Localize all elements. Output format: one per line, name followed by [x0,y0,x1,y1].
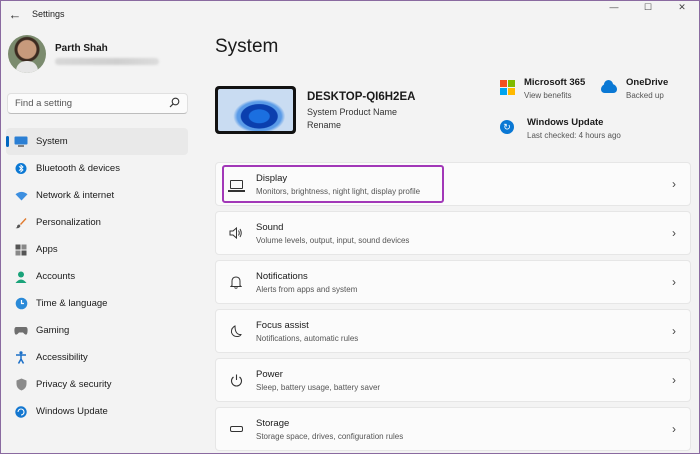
profile-name: Parth Shah [55,43,108,54]
sidebar-item-personalization[interactable]: Personalization [6,209,188,236]
window-controls: — ☐ ✕ [597,1,699,13]
chevron-right-icon: › [672,275,676,289]
person-icon [14,270,28,284]
user-profile[interactable]: Parth Shah [8,35,159,73]
card-title: Notifications [256,270,308,282]
sidebar-item-system[interactable]: System [6,128,188,155]
sidebar-item-privacy[interactable]: Privacy & security [6,371,188,398]
card-subtitle: Alerts from apps and system [256,284,358,294]
card-title: Focus assist [256,319,309,331]
sound-card[interactable]: Sound Volume levels, output, input, soun… [215,211,691,255]
brush-icon [14,216,28,230]
search-input[interactable]: Find a setting [7,93,188,114]
profile-email-redacted [55,58,159,65]
close-button[interactable]: ✕ [665,1,699,13]
chevron-right-icon: › [672,226,676,240]
chevron-right-icon: › [672,373,676,387]
sidebar-item-label: Windows Update [36,406,108,417]
sidebar-item-label: Privacy & security [36,379,112,390]
speaker-icon [229,226,243,240]
card-subtitle: Sleep, battery usage, battery saver [256,382,381,392]
sidebar-item-label: Time & language [36,298,108,309]
apps-icon [14,243,28,257]
chevron-right-icon: › [672,324,676,338]
accessibility-icon [14,351,28,365]
storage-icon [229,422,243,436]
settings-cards: Display Monitors, brightness, night ligh… [215,162,691,454]
page-title: System [215,36,279,57]
title-bar: ← Settings — ☐ ✕ [1,1,699,27]
sync-icon: ↻ [500,120,518,138]
sidebar-item-label: Network & internet [36,190,115,201]
sidebar-item-accessibility[interactable]: Accessibility [6,344,188,371]
avatar [8,35,46,73]
device-info: DESKTOP-QI6H2EA System Product Name Rena… [307,91,415,130]
minimize-button[interactable]: — [597,1,631,13]
power-card[interactable]: Power Sleep, battery usage, battery save… [215,358,691,402]
microsoft-logo-icon [500,80,515,95]
sidebar-item-apps[interactable]: Apps [6,236,188,263]
maximize-button[interactable]: ☐ [631,1,665,13]
update-title: Windows Update [527,117,604,128]
sidebar-item-accounts[interactable]: Accounts [6,263,188,290]
chevron-right-icon: › [672,177,676,191]
monitor-icon [14,135,28,149]
card-subtitle: Notifications, automatic rules [256,333,359,343]
sidebar-item-network[interactable]: Network & internet [6,182,188,209]
chevron-right-icon: › [672,422,676,436]
wallpaper-preview [218,89,293,131]
sidebar-item-gaming[interactable]: Gaming [6,317,188,344]
onedrive-title: OneDrive [626,77,669,88]
card-subtitle: Monitors, brightness, night light, displ… [256,186,421,196]
back-arrow-icon: ← [8,6,22,22]
sidebar-item-label: Apps [36,244,58,255]
wifi-icon [14,189,28,203]
search-placeholder: Find a setting [15,98,73,109]
update-subtitle: Last checked: 4 hours ago [527,131,621,140]
search-icon[interactable] [169,97,180,111]
focus-assist-card[interactable]: Focus assist Notifications, automatic ru… [215,309,691,353]
back-button[interactable]: ← [4,3,26,25]
onedrive-tile[interactable]: OneDrive Backed up [601,77,668,100]
sidebar-item-label: Accounts [36,271,76,282]
m365-title: Microsoft 365 [524,77,586,88]
display-icon [227,177,245,192]
device-thumbnail [215,86,296,134]
card-title: Power [256,368,283,380]
m365-subtitle[interactable]: View benefits [524,91,585,100]
onedrive-subtitle: Backed up [626,91,664,100]
card-title: Sound [256,221,284,233]
sidebar-item-windows-update[interactable]: Windows Update [6,398,188,425]
bluetooth-icon [14,162,28,176]
gamepad-icon [14,324,28,338]
globe-clock-icon [14,297,28,311]
moon-icon [229,324,243,338]
card-title: Storage [256,417,290,429]
onedrive-cloud-icon [601,80,618,98]
update-icon [14,405,28,419]
device-name: DESKTOP-QI6H2EA [307,91,416,103]
sidebar-item-label: Bluetooth & devices [36,163,120,174]
windows-update-tile[interactable]: ↻ Windows Update Last checked: 4 hours a… [500,117,621,140]
sidebar-item-label: System [36,136,68,147]
device-model: System Product Name [307,107,398,117]
sidebar-item-label: Accessibility [36,352,88,363]
card-title: Display [256,172,288,184]
microsoft-365-tile[interactable]: Microsoft 365 View benefits [500,77,585,100]
power-icon [229,373,243,387]
notifications-card[interactable]: Notifications Alerts from apps and syste… [215,260,691,304]
shield-icon [14,378,28,392]
display-card[interactable]: Display Monitors, brightness, night ligh… [215,162,691,206]
app-title: Settings [32,9,65,19]
rename-link[interactable]: Rename [307,120,415,130]
sidebar-item-time-language[interactable]: Time & language [6,290,188,317]
bell-icon [229,275,243,289]
card-subtitle: Storage space, drives, configuration rul… [256,431,404,441]
sidebar-item-bluetooth[interactable]: Bluetooth & devices [6,155,188,182]
sidebar-item-label: Gaming [36,325,70,336]
sidebar-item-label: Personalization [36,217,101,228]
storage-card[interactable]: Storage Storage space, drives, configura… [215,407,691,451]
sidebar-nav: System Bluetooth & devices Network & int… [6,128,188,425]
card-subtitle: Volume levels, output, input, sound devi… [256,235,410,245]
